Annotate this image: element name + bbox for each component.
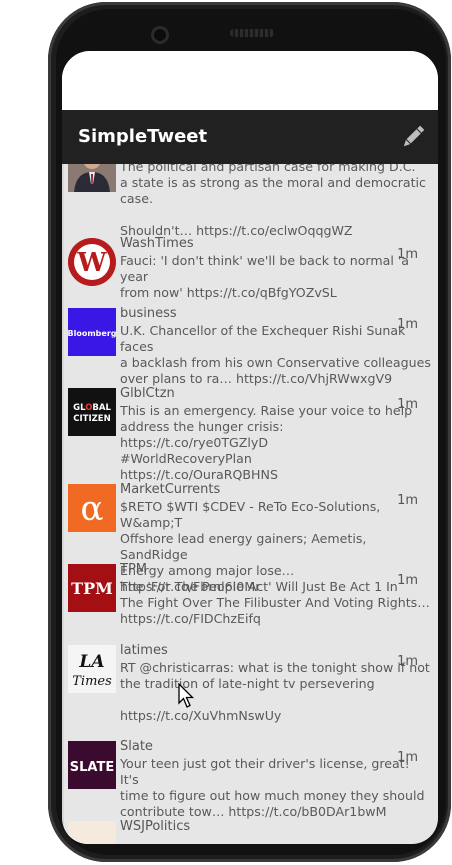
tweet-body: This is an emergency. Raise your voice t… (120, 403, 413, 483)
tweet-item[interactable]: WSJPolitics (62, 813, 438, 844)
tweet-handle[interactable]: TPM (120, 562, 147, 577)
tweet-handle[interactable]: business (120, 306, 177, 321)
app-screen: SimpleTweet The political and partisan c… (62, 51, 438, 844)
speaker-grille (230, 29, 274, 37)
svg-text:Bloomberg: Bloomberg (68, 329, 116, 338)
camera-icon (151, 26, 169, 44)
tweet-item[interactable]: SLATE Slate 1m Your teen just got their … (62, 733, 438, 819)
tweet-body: The political and partisan case for maki… (120, 164, 426, 239)
svg-text:Times: Times (72, 674, 112, 689)
avatar: TPM (68, 564, 116, 612)
avatar: α (68, 484, 116, 532)
svg-text:CITIZEN: CITIZEN (73, 414, 110, 424)
tweet-body: RT @christicarras: what is the tonight s… (120, 660, 430, 724)
tweet-timeline[interactable]: The political and partisan case for maki… (62, 164, 438, 844)
avatar: GLOBAL CITIZEN (68, 388, 116, 436)
svg-text:GLOBAL: GLOBAL (73, 403, 111, 413)
tweet-item[interactable]: W WashTimes 1m Fauci: 'I don't think' we… (62, 230, 438, 300)
tweet-body: Fauci: 'I don't think' we'll be back to … (120, 253, 410, 301)
tweet-item[interactable]: α MarketCurrents 1m $RETO $WTI $CDEV - R… (62, 476, 438, 594)
svg-text:TPM: TPM (71, 579, 113, 598)
avatar: SLATE (68, 741, 116, 789)
tweet-handle[interactable]: latimes (120, 643, 168, 658)
svg-text:α: α (81, 489, 104, 529)
tweet-handle[interactable]: Slate (120, 739, 153, 754)
tweet-item[interactable]: GLOBAL CITIZEN GlblCtzn 1m This is an em… (62, 380, 438, 482)
avatar: Bloomberg (68, 308, 116, 356)
status-bar (62, 51, 438, 110)
tweet-item[interactable]: TPM TPM 1m The 'For The People Act' Will… (62, 556, 438, 637)
app-title: SimpleTweet (78, 126, 208, 147)
app-bar: SimpleTweet (62, 110, 438, 164)
svg-text:SLATE: SLATE (70, 760, 114, 775)
avatar (68, 821, 116, 844)
tweet-handle[interactable]: MarketCurrents (120, 482, 220, 497)
avatar: W (68, 238, 116, 286)
mouse-cursor-icon (178, 683, 195, 708)
avatar (68, 164, 116, 192)
tweet-handle[interactable]: WSJPolitics (120, 819, 190, 834)
tweet-item[interactable]: Bloomberg business 1m U.K. Chancellor of… (62, 300, 438, 386)
avatar: LA Times (68, 645, 116, 693)
tweet-handle[interactable]: WashTimes (120, 236, 194, 251)
svg-text:LA: LA (78, 652, 104, 672)
tweet-body: U.K. Chancellor of the Exchequer Rishi S… (120, 323, 431, 387)
tweet-item[interactable]: LA Times latimes 1m RT @christicarras: w… (62, 637, 438, 733)
tweet-item[interactable]: The political and partisan case for maki… (62, 164, 438, 238)
tweet-body: The 'For The People Act' Will Just Be Ac… (120, 579, 430, 627)
tweet-body: Your teen just got their driver's licens… (120, 756, 425, 820)
tweet-handle[interactable]: GlblCtzn (120, 386, 175, 401)
pencil-icon[interactable] (398, 122, 428, 152)
svg-text:W: W (76, 248, 107, 278)
